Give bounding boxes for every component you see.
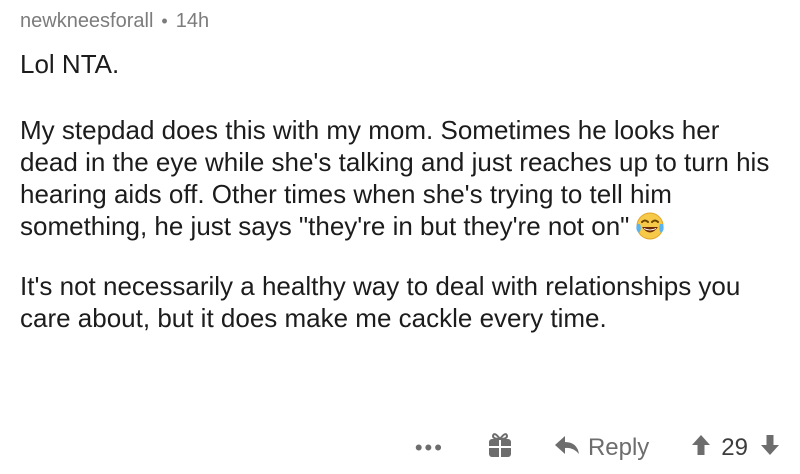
comment: newkneesforall • 14h Lol NTA. My stepdad… — [20, 6, 780, 334]
reply-arrow-icon — [554, 434, 588, 462]
vote-score: 29 — [721, 434, 748, 461]
gift-button[interactable] — [488, 432, 512, 465]
reply-button[interactable]: Reply — [554, 434, 649, 462]
downvote-button[interactable] — [760, 434, 780, 463]
meta-separator: • — [161, 10, 168, 31]
upvote-arrow-icon — [691, 434, 711, 463]
comment-paragraph: Lol NTA. — [20, 49, 120, 79]
username[interactable]: newkneesforall — [20, 10, 153, 33]
tears-of-joy-emoji-icon — [635, 211, 665, 248]
gift-icon — [488, 432, 512, 465]
comment-meta: newkneesforall • 14h — [20, 6, 780, 36]
comment-paragraph: My stepdad does this with my mom. Someti… — [20, 114, 780, 248]
upvote-button[interactable] — [691, 434, 711, 463]
reply-label: Reply — [587, 434, 650, 461]
comment-body: Lol NTA. My stepdad does this with my mo… — [20, 48, 780, 334]
comment-age: 14h — [175, 9, 210, 32]
downvote-arrow-icon — [760, 434, 780, 463]
more-options-button[interactable]: ••• — [415, 435, 444, 461]
comment-actions: ••• Reply 29 — [300, 428, 780, 468]
comment-paragraph: It's not necessarily a healthy way to de… — [20, 271, 741, 333]
